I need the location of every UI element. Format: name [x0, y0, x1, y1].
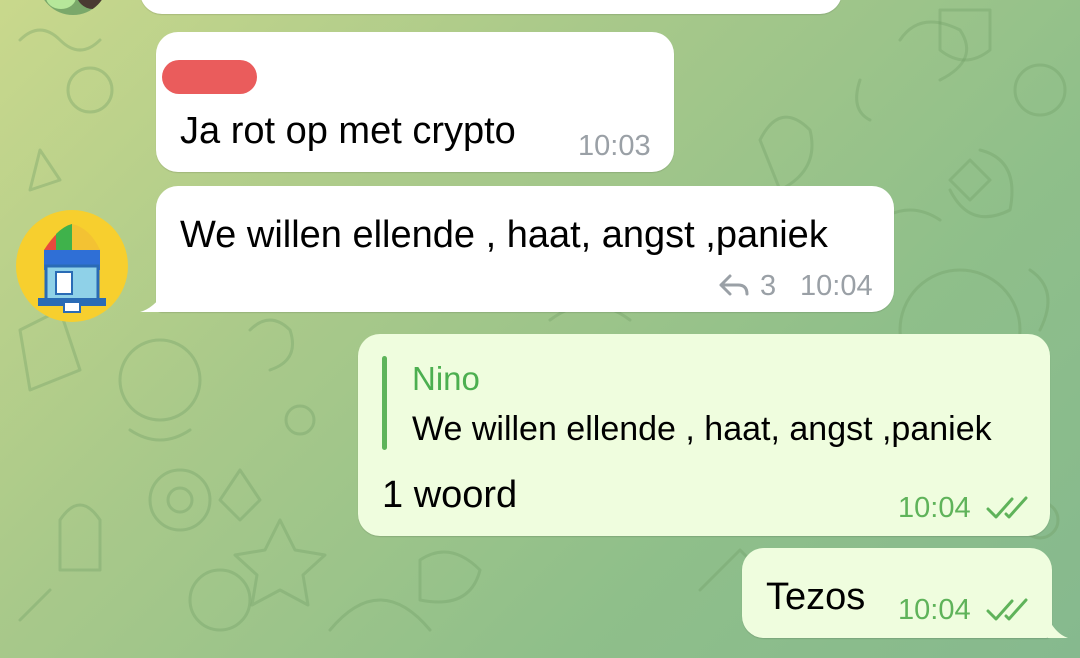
avatar-image [38, 224, 106, 313]
message-bubble-outgoing[interactable]: Nino We willen ellende , haat, angst ,pa… [358, 334, 1050, 536]
reply-quote-bar [382, 356, 387, 450]
reply-quote-author[interactable]: Nino [412, 360, 480, 398]
redacted-sender-name [162, 60, 257, 94]
avatar-dark [76, 0, 108, 9]
reply-quote-text[interactable]: We willen ellende , haat, angst ,paniek [412, 410, 992, 449]
message-time: 10:04 [898, 594, 971, 626]
message-bubble-incoming-tailed[interactable]: We willen ellende , haat, angst ,paniek … [156, 186, 894, 312]
message-bubble-previous[interactable] [140, 0, 842, 14]
bubble-tail [140, 292, 164, 312]
message-text: We willen ellende , haat, angst ,paniek [180, 214, 828, 256]
message-time: 10:04 [898, 492, 971, 524]
double-check-icon [986, 494, 1032, 522]
replies-count[interactable]: 3 [760, 270, 776, 303]
message-text: Tezos [766, 576, 866, 618]
reply-arrow-icon[interactable] [718, 272, 750, 300]
avatar-blob [46, 0, 76, 9]
message-bubble-outgoing-tailed[interactable]: Tezos 10:04 [742, 548, 1052, 638]
message-time: 10:03 [578, 130, 651, 162]
avatar-partial-top[interactable] [38, 0, 108, 15]
message-text: Ja rot op met crypto [180, 110, 516, 152]
avatar[interactable] [16, 210, 128, 322]
message-time: 10:04 [800, 270, 873, 302]
bubble-tail [1048, 618, 1068, 638]
message-text: 1 woord [382, 474, 518, 516]
message-bubble-incoming[interactable]: Ja rot op met crypto 10:03 [156, 32, 674, 172]
double-check-icon [986, 596, 1032, 624]
